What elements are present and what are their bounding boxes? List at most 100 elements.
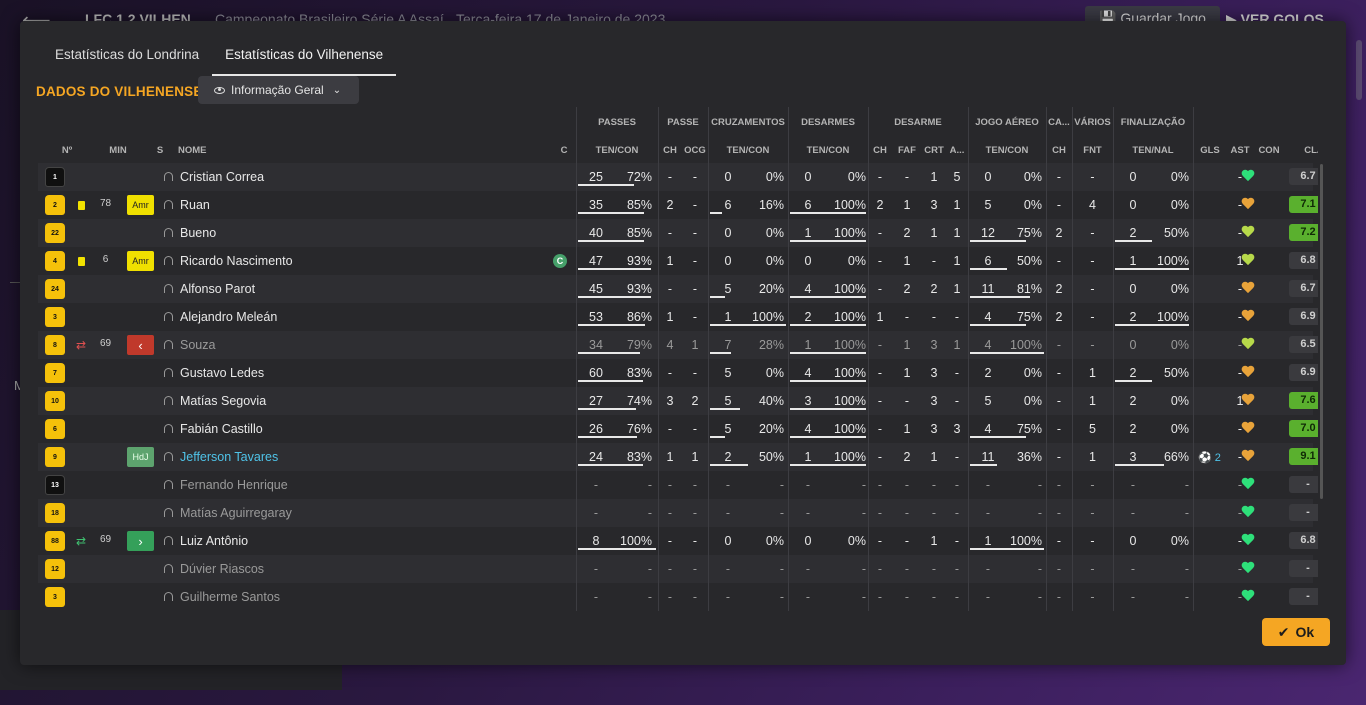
shirt-number-icon: 13 xyxy=(45,475,65,495)
column-header-9[interactable]: TEN/CON xyxy=(788,145,868,156)
player-name[interactable]: Luiz Antônio xyxy=(180,534,540,548)
tackles-won-pct: - xyxy=(861,562,866,576)
success-rate-bar xyxy=(578,408,636,410)
player-name[interactable]: Dúvier Riascos xyxy=(180,562,540,576)
view-dropdown[interactable]: Informação Geral ⌄ xyxy=(198,76,359,104)
column-header-5[interactable]: TEN/CON xyxy=(576,145,658,156)
column-header-16[interactable]: FNT xyxy=(1072,145,1113,156)
status-badge: HdJ xyxy=(127,447,154,467)
fouls: 1 xyxy=(903,254,911,268)
table-row[interactable]: 3 Alejandro Meleán 53 86% 1 - 1 100% 2 100% 1 - - - 4 7… xyxy=(38,303,1318,331)
column-header-6[interactable]: CH xyxy=(658,145,682,156)
passes-completed-pct: 83% xyxy=(626,450,652,464)
table-row[interactable]: 4 6 Amr Ricardo Nascimento C 47 93% 1-0 0% 0 0% -1-… xyxy=(38,247,1318,275)
table-row[interactable]: 3 Guilherme Santos - - - - - - - - - - - - - - - - - - - - xyxy=(38,583,1318,611)
interceptions: 1 xyxy=(930,170,938,184)
player-name[interactable]: Gustavo Ledes xyxy=(180,366,540,380)
column-header-0[interactable]: Nº xyxy=(52,145,82,156)
chances-created: - xyxy=(692,226,698,240)
column-header-15[interactable]: CH xyxy=(1046,145,1072,156)
crosses-completed-pct: - xyxy=(779,590,784,604)
tab-londrina-stats[interactable]: Estatísticas do Londrina xyxy=(42,47,212,76)
success-rate-bar xyxy=(970,548,1044,550)
player-name[interactable]: Ricardo Nascimento xyxy=(180,254,540,268)
chances-created: - xyxy=(692,170,698,184)
yellow-card-icon xyxy=(78,201,85,210)
success-rate-bar xyxy=(790,464,866,466)
background-scrollbar[interactable] xyxy=(1356,40,1362,100)
table-row[interactable]: 12 Dúvier Riascos - - - - - - - - - - - - - - - - - - - - xyxy=(38,555,1318,583)
column-header-1[interactable]: MIN xyxy=(103,145,133,156)
success-rate-bar xyxy=(710,436,725,438)
column-header-14[interactable]: TEN/CON xyxy=(968,145,1046,156)
column-header-11[interactable]: FAF xyxy=(892,145,922,156)
column-header-19[interactable]: AST xyxy=(1227,145,1253,156)
column-header-8[interactable]: TEN/CON xyxy=(708,145,788,156)
column-header-13[interactable]: A... xyxy=(946,145,968,156)
column-header-4[interactable]: C xyxy=(556,145,572,156)
shirt-number-icon: 8 xyxy=(45,335,65,355)
column-header-21[interactable]: CLA xyxy=(1292,145,1318,156)
blocks: - xyxy=(954,534,960,548)
table-row[interactable]: 2 78 Amr Ruan 35 85% 2-6 16% 6 100% 2 1 3 1 5 0% -4 0 0% -7… xyxy=(38,191,1318,219)
column-header-18[interactable]: GLS xyxy=(1193,145,1227,156)
offsides: - xyxy=(1090,254,1095,268)
column-header-17[interactable]: TEN/NAL xyxy=(1113,145,1193,156)
player-name[interactable]: Alfonso Parot xyxy=(180,282,540,296)
key-tackles: - xyxy=(877,226,883,240)
player-name[interactable]: Jefferson Tavares xyxy=(180,450,540,464)
condition-heart-icon xyxy=(1241,394,1255,407)
column-header-7[interactable]: OCG xyxy=(682,145,708,156)
player-rating: 7.1 xyxy=(1289,196,1318,213)
table-row[interactable]: 9 HdJ Jefferson Tavares 24 83% 1 1 2 50% 1 100% -2 1… xyxy=(38,443,1318,471)
column-header-3[interactable]: NOME xyxy=(178,145,218,156)
headers-won-pct: - xyxy=(1037,562,1042,576)
shots-attempted: - xyxy=(1130,590,1136,604)
column-header-20[interactable]: CON xyxy=(1253,145,1285,156)
table-row[interactable]: 10 Matías Segovia 27 74% 3 2 5 40% 3 100% - -3-5 0% -… xyxy=(38,387,1318,415)
player-name[interactable]: Fernando Henrique xyxy=(180,478,540,492)
crosses-attempted: 5 xyxy=(724,394,732,408)
player-name[interactable]: Guilherme Santos xyxy=(180,590,540,604)
crosses-completed-pct: 100% xyxy=(752,310,784,324)
crosses-attempted: 0 xyxy=(724,254,732,268)
shots-attempted: 0 xyxy=(1129,338,1137,352)
player-name[interactable]: Alejandro Meleán xyxy=(180,310,540,324)
player-name[interactable]: Bueno xyxy=(180,226,540,240)
ok-button[interactable]: ✔ Ok xyxy=(1262,618,1330,646)
table-scrollbar[interactable] xyxy=(1320,164,1323,499)
interceptions: 1 xyxy=(930,534,938,548)
key-tackles: - xyxy=(877,170,883,184)
table-row[interactable]: 88 ⇄ 69 › Luiz Antônio 8 100% - -0 0% 0 0% - -1-1 100%… xyxy=(38,527,1318,555)
table-row[interactable]: 8 ⇄ 69 ‹ Souza 34 79% 4 1 7 28% 1 100% -1 3 1 4 100% - -0 0%… xyxy=(38,331,1318,359)
offsides: - xyxy=(1090,310,1095,324)
column-header-10[interactable]: CH xyxy=(868,145,892,156)
player-name[interactable]: Souza xyxy=(180,338,540,352)
column-header-2[interactable]: S xyxy=(151,145,169,156)
person-icon xyxy=(164,312,173,321)
tackles-won-pct: 100% xyxy=(834,310,866,324)
shirt-number-icon: 7 xyxy=(45,363,65,383)
player-name[interactable]: Matías Segovia xyxy=(180,394,540,408)
key-passes: - xyxy=(667,506,673,520)
table-row[interactable]: 1 Cristian Correa 25 72% - -0 0% 0 0% - -1 5 0 0% - -0 0… xyxy=(38,163,1318,191)
success-rate-bar xyxy=(710,212,722,214)
player-name[interactable]: Matías Aguirregaray xyxy=(180,506,540,520)
crosses-completed-pct: 0% xyxy=(765,170,784,184)
chances-created: - xyxy=(692,478,698,492)
success-rate-bar xyxy=(790,296,866,298)
table-row[interactable]: 24 Alfonso Parot 45 93% - -5 20% 4 100% -2 2 1 11 81%… xyxy=(38,275,1318,303)
table-row[interactable]: 6 Fabián Castillo 26 76% - -5 20% 4 100% -1 3 3 4 75%… xyxy=(38,415,1318,443)
column-header-12[interactable]: CRT xyxy=(922,145,946,156)
tab-vilhenense-stats[interactable]: Estatísticas do Vilhenense xyxy=(212,47,397,76)
player-name[interactable]: Cristian Correa xyxy=(180,170,540,184)
column-divider xyxy=(868,107,869,611)
table-row[interactable]: 22 Bueno 40 85% - -0 0% 1 100% -2 1 1 12 75% 2-2 50% -7.… xyxy=(38,219,1318,247)
table-row[interactable]: 18 Matías Aguirregaray - - - - - - - - - - - - - - - - - - -… xyxy=(38,499,1318,527)
player-name[interactable]: Fabián Castillo xyxy=(180,422,540,436)
table-row[interactable]: 13 Fernando Henrique - - - - - - - - - - - - - - - - - - - - xyxy=(38,471,1318,499)
table-row[interactable]: 7 Gustavo Ledes 60 83% - -5 0% 4 100% -1 3-2 0% -1 2 5… xyxy=(38,359,1318,387)
player-name[interactable]: Ruan xyxy=(180,198,540,212)
chances-created: - xyxy=(692,282,698,296)
person-icon xyxy=(164,508,173,517)
